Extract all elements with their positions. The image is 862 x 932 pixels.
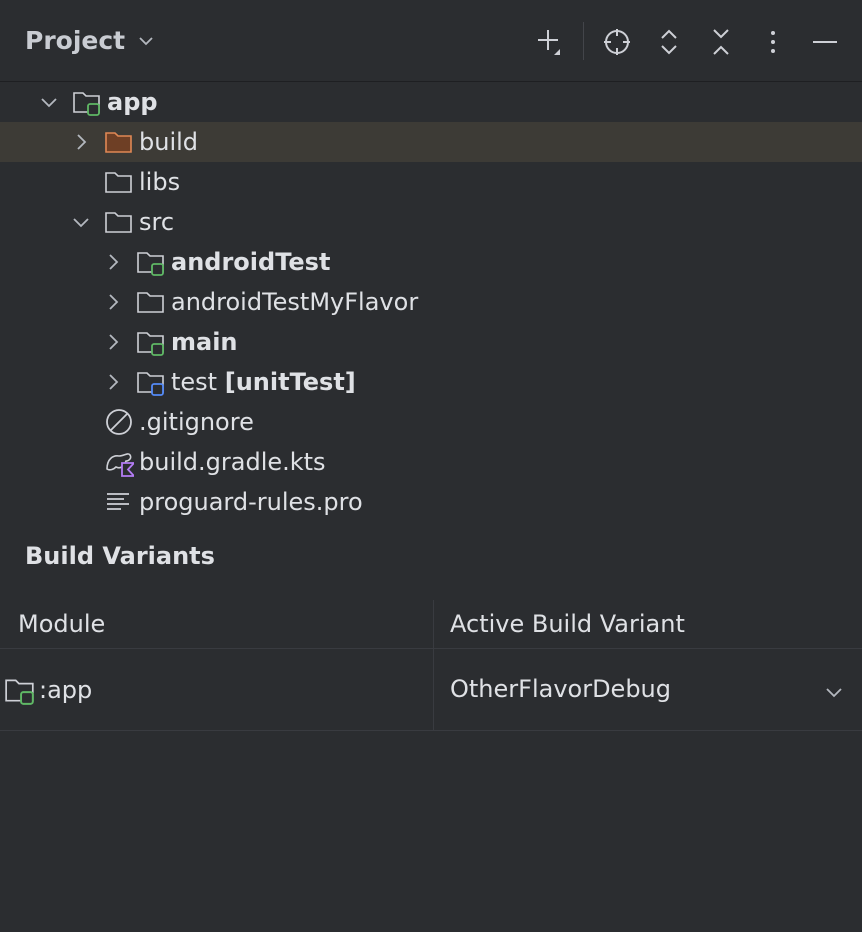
options-button[interactable] [753,22,793,62]
tool-window-title: Project [25,26,126,55]
tree-node-label: app [107,88,158,116]
tree-node-label: main [171,328,238,356]
column-header-active-build-variant[interactable]: Active Build Variant [450,600,685,648]
tree-node-app[interactable]: app [0,82,862,122]
column-divider [433,600,434,730]
tree-node-src[interactable]: src [0,202,862,242]
tree-node-androidtestmyflavor[interactable]: androidTestMyFlavor [0,282,862,322]
tree-node-build[interactable]: build [0,122,862,162]
plus-icon [538,30,560,55]
source-set-folder-icon [137,332,164,356]
tree-node-main[interactable]: main [0,322,862,362]
collapse-all-icon [713,29,729,55]
chevron-down-icon[interactable] [71,212,91,232]
module-name: :app [39,676,93,704]
tree-node-build-gradle[interactable]: build.gradle.kts [0,442,862,482]
source-set-type-label: [unitTest] [224,368,356,396]
folder-icon [105,172,132,193]
folder-icon [105,212,132,233]
chevron-down-icon[interactable] [824,682,844,702]
source-set-folder-icon [137,252,164,276]
toolbar-separator [583,22,584,60]
column-header-module[interactable]: Module [18,600,105,648]
tree-node-label: test [171,368,218,396]
chevron-right-icon[interactable] [103,292,123,312]
view-selector[interactable]: Project [25,26,155,55]
tool-window-header: Project [0,0,862,82]
chevron-down-icon [139,36,153,45]
excluded-folder-icon [105,132,132,153]
tree-node-label: .gitignore [139,408,254,436]
tree-node-label: androidTestMyFlavor [171,288,419,316]
crosshair-icon [604,29,630,55]
tree-node-proguard[interactable]: proguard-rules.pro [0,482,862,522]
module-folder-icon [73,92,100,116]
tree-node-label: build [139,128,199,156]
header-divider [0,648,862,649]
collapse-all-button[interactable] [701,22,741,62]
tree-node-label: androidTest [171,248,331,276]
tree-node-label: src [139,208,175,236]
more-vertical-icon [771,31,775,53]
tree-node-test[interactable]: test [unitTest] [0,362,862,402]
tree-node-gitignore[interactable]: .gitignore [0,402,862,442]
gradle-kotlin-file-icon [106,453,134,477]
tree-node-label: proguard-rules.pro [139,488,363,516]
chevron-down-icon[interactable] [39,92,59,112]
expand-all-icon [661,29,677,55]
chevron-right-icon[interactable] [103,332,123,352]
text-file-icon [107,493,129,510]
tree-node-label: libs [139,168,181,196]
tree-node-androidtest[interactable]: androidTest [0,242,862,282]
tree-node-label-group: test [unitTest] [171,367,356,397]
chevron-right-icon[interactable] [103,252,123,272]
build-variants-title: Build Variants [25,542,215,570]
ignored-file-icon [106,409,132,435]
chevron-right-icon[interactable] [71,132,91,152]
tree-node-label: build.gradle.kts [139,448,326,476]
add-button[interactable] [530,22,570,62]
expand-all-button[interactable] [649,22,689,62]
module-folder-icon [5,679,34,705]
row-divider [0,730,862,731]
build-variant-value: OtherFlavorDebug [450,675,672,703]
tree-node-libs[interactable]: libs [0,162,862,202]
minimize-icon [813,41,837,43]
chevron-right-icon[interactable] [103,372,123,392]
hide-button[interactable] [805,22,845,62]
project-tool-window: Project app build libs src androidTest a… [0,0,862,932]
test-folder-icon [137,372,164,396]
locate-button[interactable] [597,22,637,62]
folder-icon [137,292,164,313]
